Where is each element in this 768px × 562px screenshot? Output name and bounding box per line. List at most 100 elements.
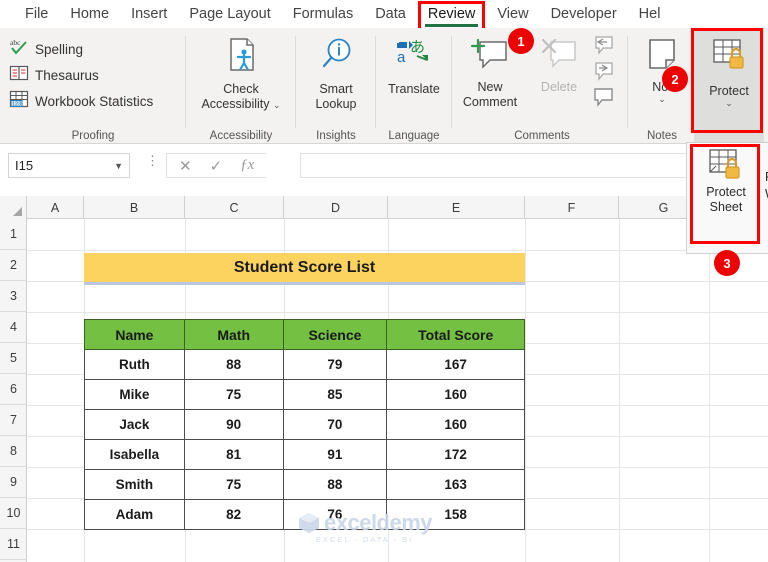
tab-help[interactable]: Hel (628, 2, 672, 26)
cancel-formula-icon[interactable]: ✕ (179, 157, 192, 175)
cell-math[interactable]: 75 (183, 469, 284, 500)
cell-total[interactable]: 158 (386, 499, 525, 530)
workbook-statistics-label: Workbook Statistics (35, 93, 154, 109)
insert-function-icon[interactable]: ƒx (240, 157, 254, 174)
tab-label: Insert (131, 6, 168, 22)
protect-sheet-menu-item[interactable]: Protect Sheet (691, 147, 761, 215)
cell-name[interactable]: Smith (84, 469, 185, 500)
cell-total[interactable]: 167 (386, 349, 525, 380)
score-table: Name Math Science Total Score Ruth 88 79… (84, 319, 525, 530)
cell-name[interactable]: Adam (84, 499, 185, 530)
cell-math[interactable]: 75 (183, 379, 284, 410)
column-header-science[interactable]: Science (282, 319, 388, 350)
cell-science[interactable]: 76 (282, 499, 388, 530)
translate-button[interactable]: a あ Translate (378, 32, 450, 97)
tab-label: Page Layout (189, 6, 271, 22)
ribbon-group-insights: Smart Lookup Insights (296, 28, 376, 144)
cell-name[interactable]: Jack (84, 409, 185, 440)
cell-math[interactable]: 88 (183, 349, 284, 380)
select-all-corner[interactable] (0, 196, 27, 219)
row-header-11[interactable]: 11 (0, 529, 27, 560)
row-header-4[interactable]: 4 (0, 312, 27, 343)
tab-insert[interactable]: Insert (120, 2, 178, 26)
row-header-1[interactable]: 1 (0, 219, 27, 250)
column-header-c[interactable]: C (185, 196, 284, 219)
workbook-statistics-icon: 123 (9, 89, 29, 114)
chevron-down-icon[interactable]: ▼ (114, 161, 123, 171)
column-header-b[interactable]: B (84, 196, 185, 219)
cell-math[interactable]: 90 (183, 409, 284, 440)
table-row: Isabella 81 91 172 (84, 439, 525, 470)
row-header-5[interactable]: 5 (0, 343, 27, 374)
tab-review[interactable]: Review (417, 1, 487, 34)
cell-science[interactable]: 70 (282, 409, 388, 440)
tab-page-layout[interactable]: Page Layout (178, 2, 281, 26)
row-header-6[interactable]: 6 (0, 374, 27, 405)
table-row: Jack 90 70 160 (84, 409, 525, 440)
tab-file[interactable]: File (14, 2, 59, 26)
formula-bar-grip[interactable]: ⋮ (146, 154, 159, 167)
row-header-9[interactable]: 9 (0, 467, 27, 498)
row-header-7[interactable]: 7 (0, 405, 27, 436)
svg-text:あ: あ (410, 38, 425, 56)
show-comments-button[interactable] (591, 86, 615, 113)
protect-button[interactable]: Protect ⌄ (696, 32, 762, 108)
row-header-2[interactable]: 2 (0, 250, 27, 281)
tab-developer[interactable]: Developer (540, 2, 628, 26)
spelling-icon: abc (9, 37, 29, 62)
new-comment-label-line1: New (477, 80, 503, 94)
group-label-comments: Comments (514, 130, 570, 142)
tab-data[interactable]: Data (364, 2, 417, 26)
column-header-f[interactable]: F (525, 196, 619, 219)
cell-total[interactable]: 163 (386, 469, 525, 500)
cell-total[interactable]: 160 (386, 379, 525, 410)
cell-science[interactable]: 79 (282, 349, 388, 380)
smart-lookup-label-line2: Lookup (315, 97, 357, 111)
thesaurus-button[interactable]: Thesaurus (6, 62, 102, 88)
ribbon-group-proofing: abc Spelling Thesaurus 123 Workbook Stat… (0, 28, 186, 144)
tab-home[interactable]: Home (59, 2, 120, 26)
cell-science[interactable]: 85 (282, 379, 388, 410)
ribbon-group-comments: New Comment Delete Comments (452, 28, 632, 144)
cell-math[interactable]: 82 (183, 499, 284, 530)
column-header-e[interactable]: E (388, 196, 525, 219)
chevron-down-icon[interactable]: ⌄ (273, 100, 281, 110)
cell-math[interactable]: 81 (183, 439, 284, 470)
sheet-title-cell[interactable]: Student Score List (84, 253, 525, 285)
spelling-label: Spelling (35, 41, 84, 57)
name-box[interactable]: I15 ▼ (8, 153, 130, 178)
workbook-statistics-button[interactable]: 123 Workbook Statistics (6, 88, 156, 114)
spelling-button[interactable]: abc Spelling (6, 36, 86, 62)
column-header-math[interactable]: Math (183, 319, 284, 350)
enter-formula-icon[interactable]: ✓ (210, 157, 223, 175)
row-header-3[interactable]: 3 (0, 281, 27, 312)
chevron-down-icon[interactable]: ⌄ (725, 99, 733, 108)
cell-name[interactable]: Mike (84, 379, 185, 410)
tab-view[interactable]: View (486, 2, 539, 26)
previous-comment-button[interactable] (591, 34, 615, 61)
tab-label: Data (375, 6, 406, 22)
next-comment-button[interactable] (591, 60, 615, 87)
cell-total[interactable]: 160 (386, 409, 525, 440)
column-header-name[interactable]: Name (84, 319, 185, 350)
column-header-total-score[interactable]: Total Score (386, 319, 525, 350)
svg-text:a: a (397, 49, 406, 66)
cell-name[interactable]: Ruth (84, 349, 185, 380)
column-header-a[interactable]: A (27, 196, 84, 219)
new-comment-icon (470, 36, 510, 77)
tab-formulas[interactable]: Formulas (282, 2, 364, 26)
smart-lookup-button[interactable]: Smart Lookup (300, 32, 372, 112)
column-header-d[interactable]: D (284, 196, 388, 219)
cell-science[interactable]: 88 (282, 469, 388, 500)
formula-bar-row: I15 ▼ ⋮ ✕ ✓ ƒx (0, 145, 768, 187)
check-accessibility-button[interactable]: Check Accessibility ⌄ (192, 32, 290, 112)
translate-icon: a あ (395, 36, 433, 79)
row-header-10[interactable]: 10 (0, 498, 27, 529)
chevron-down-icon[interactable]: ⌄ (658, 95, 666, 104)
cell-total[interactable]: 172 (386, 439, 525, 470)
cell-name[interactable]: Isabella (84, 439, 185, 470)
row-header-8[interactable]: 8 (0, 436, 27, 467)
table-row: Ruth 88 79 167 (84, 349, 525, 380)
ribbon-group-accessibility: Check Accessibility ⌄ Accessibility (186, 28, 296, 144)
cell-science[interactable]: 91 (282, 439, 388, 470)
